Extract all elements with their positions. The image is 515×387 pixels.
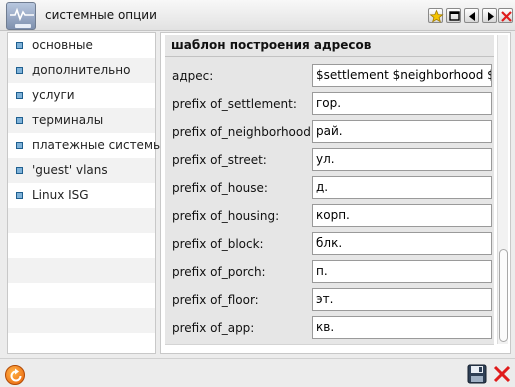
panel-divider <box>165 344 494 345</box>
prefix-house-label: prefix of_house: <box>172 181 268 195</box>
prefix-app-label: prefix of_app: <box>172 321 255 335</box>
floppy-disk-icon <box>467 364 487 384</box>
prefix-floor-label: prefix of_floor: <box>172 293 259 307</box>
nav-empty-row <box>8 308 155 333</box>
nav-item-label: терминалы <box>32 113 104 127</box>
prefix-house-field[interactable]: д. <box>312 176 492 199</box>
address-label: адрес: <box>172 69 214 83</box>
nav-item-label: платежные системы <box>32 138 163 152</box>
prefix-porch-label: prefix of_porch: <box>172 265 266 279</box>
bullet-icon <box>16 67 23 74</box>
window-title: системные опции <box>45 8 157 22</box>
previous-button[interactable] <box>464 8 479 23</box>
app-logo-icon <box>6 2 36 30</box>
settings-nav-list: основные дополнительно услуги терминалы … <box>7 32 162 354</box>
nav-item-label: Linux ISG <box>32 188 89 202</box>
bullet-icon <box>16 192 23 199</box>
star-icon <box>429 9 444 23</box>
bullet-icon <box>16 117 23 124</box>
prefix-block-field[interactable]: блк. <box>312 232 492 255</box>
arrow-left-icon <box>469 12 475 21</box>
prefix-floor-field[interactable]: эт. <box>312 288 492 311</box>
nav-empty-row <box>8 233 155 258</box>
refresh-icon <box>10 368 22 382</box>
nav-item-services[interactable]: услуги <box>8 83 155 108</box>
form-area: шаблон построения адресов адрес: $settle… <box>165 35 494 344</box>
maximize-button[interactable] <box>446 8 461 23</box>
nav-item-payment-systems[interactable]: платежные системы <box>8 133 162 158</box>
scrollbar-thumb[interactable] <box>499 249 508 342</box>
prefix-app-field[interactable]: кв. <box>312 316 492 339</box>
nav-item-label: 'guest' vlans <box>32 163 108 177</box>
prefix-neighborhood-field[interactable]: рай. <box>312 120 492 143</box>
nav-empty-row <box>8 258 155 283</box>
prefix-porch-field[interactable]: п. <box>312 260 492 283</box>
nav-item-label: услуги <box>32 88 75 102</box>
refresh-button[interactable] <box>5 365 25 385</box>
close-button[interactable] <box>493 365 511 383</box>
address-template-panel: шаблон построения адресов адрес: $settle… <box>160 32 511 354</box>
nav-item-linux-isg[interactable]: Linux ISG <box>8 183 155 208</box>
bullet-icon <box>16 167 23 174</box>
nav-item-basic[interactable]: основные <box>8 33 155 58</box>
favorite-star-button[interactable] <box>428 8 444 23</box>
nav-item-guest-vlans[interactable]: 'guest' vlans <box>8 158 155 183</box>
close-icon <box>501 11 512 22</box>
prefix-street-field[interactable]: ул. <box>312 148 492 171</box>
bullet-icon <box>16 42 23 49</box>
next-button[interactable] <box>482 8 497 23</box>
section-title: шаблон построения адресов <box>171 38 372 52</box>
bullet-icon <box>16 142 23 149</box>
vertical-scrollbar[interactable] <box>497 35 508 344</box>
prefix-street-label: prefix of_street: <box>172 153 267 167</box>
close-window-button[interactable] <box>498 8 513 23</box>
prefix-neighborhood-label: prefix of_neighborhood: <box>172 125 315 139</box>
nav-empty-row <box>8 208 155 233</box>
nav-item-additional[interactable]: дополнительно <box>8 58 155 83</box>
address-template-field[interactable]: $settlement $neighborhood $lan <box>312 64 492 87</box>
close-icon <box>493 365 511 383</box>
bottom-toolbar <box>0 358 515 387</box>
nav-empty-row <box>8 283 155 308</box>
save-button[interactable] <box>467 364 487 384</box>
maximize-icon <box>449 11 460 21</box>
nav-empty-row <box>8 333 155 353</box>
prefix-settlement-label: prefix of_settlement: <box>172 97 297 111</box>
prefix-housing-field[interactable]: корп. <box>312 204 492 227</box>
nav-item-label: дополнительно <box>32 63 131 77</box>
bullet-icon <box>16 92 23 99</box>
arrow-right-icon <box>488 12 494 21</box>
window-titlebar: системные опции <box>0 0 515 31</box>
prefix-housing-label: prefix of_housing: <box>172 209 280 223</box>
section-divider <box>165 56 494 57</box>
prefix-settlement-field[interactable]: гор. <box>312 92 492 115</box>
prefix-block-label: prefix of_block: <box>172 237 264 251</box>
nav-item-label: основные <box>32 38 93 52</box>
nav-item-terminals[interactable]: терминалы <box>8 108 155 133</box>
